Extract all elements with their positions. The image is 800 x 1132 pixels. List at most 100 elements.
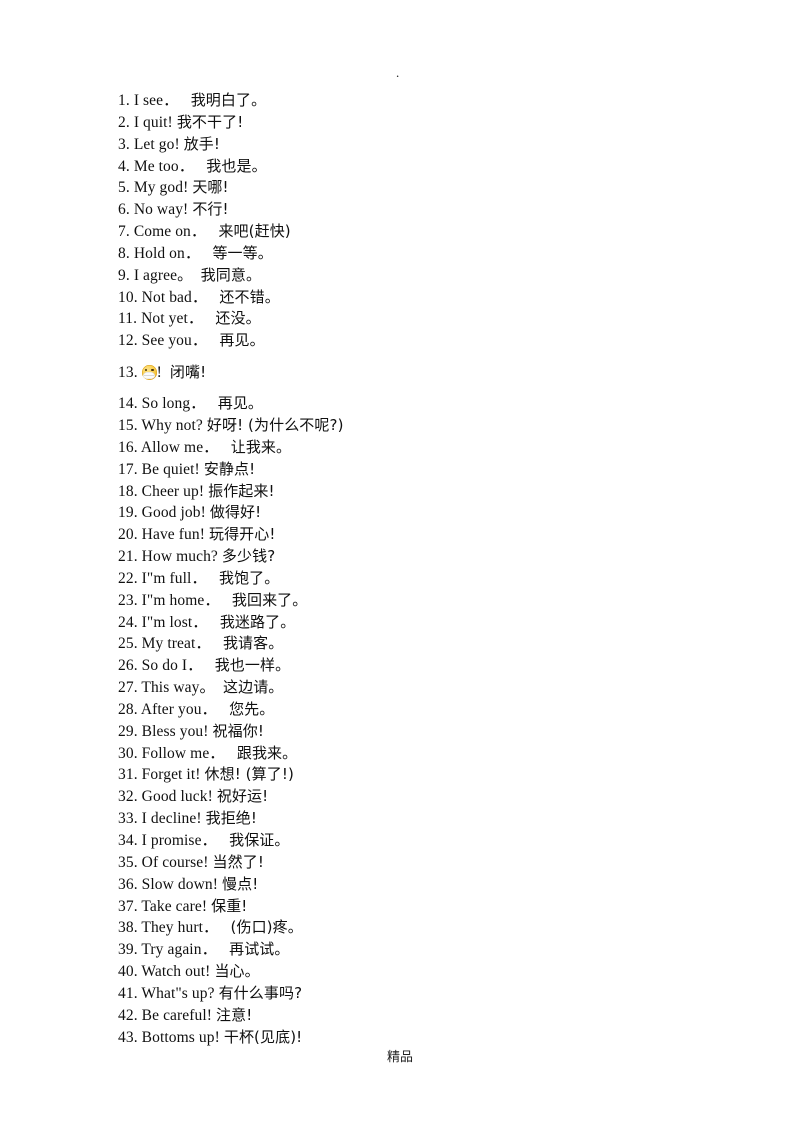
chinese-translation: 干杯(见底)! (223, 1027, 303, 1046)
phrase-line: 37. Take care! 保重! (118, 896, 678, 918)
phrase-line: 25. My treat． 我请客。 (118, 633, 678, 655)
phrase-line: 17. Be quiet! 安静点! (118, 459, 678, 481)
phrase-line: 9. I agree。 我同意。 (118, 265, 678, 287)
phrase-line: 23. I"m home． 我回来了。 (118, 590, 678, 612)
phrase-gap (215, 679, 223, 696)
phrase-line: 42. Be careful! 注意! (118, 1005, 678, 1027)
english-phrase: I"m home． (141, 591, 220, 609)
english-phrase: Good luck! (141, 788, 213, 806)
chinese-translation: 有什么事吗? (218, 983, 303, 1002)
chinese-translation: 振作起来! (208, 481, 275, 500)
english-phrase: Why not? (141, 416, 203, 434)
chinese-translation: 再见。 (219, 331, 265, 350)
phrase-line: 31. Forget it! 休想! (算了!) (118, 764, 678, 786)
line-number: 2. (118, 113, 130, 131)
phrase-line: 10. Not bad． 还不错。 (118, 287, 678, 309)
phrase-line: 21. How much? 多少钱? (118, 546, 678, 568)
english-phrase: Of course! (141, 853, 209, 871)
phrase-line: 40. Watch out! 当心。 (118, 961, 678, 983)
phrase-line: 6. No way! 不行! (118, 199, 678, 221)
english-phrase: Try again． (141, 941, 218, 959)
line-number: 35. (118, 853, 138, 871)
chinese-translation: 我保证。 (229, 831, 290, 849)
phrase-line: 36. Slow down! 慢点! (118, 874, 678, 896)
phrase-gap (219, 919, 231, 936)
line-number: 6. (118, 201, 130, 219)
phrase-line: 18. Cheer up! 振作起来! (118, 481, 678, 503)
chinese-translation: 还不错。 (219, 287, 280, 306)
line-number: 5. (118, 179, 130, 197)
phrase-line: 2. I quit! 我不干了! (118, 112, 678, 134)
english-phrase: I quit! (133, 113, 173, 131)
line-number: 20. (118, 526, 138, 544)
line-number: 30. (118, 744, 138, 762)
phrase-line: 19. Good job! 做得好! (118, 502, 678, 524)
english-phrase: Let go! (133, 135, 180, 153)
line-number: 15. (118, 416, 138, 434)
phrase-line: 1. I see． 我明白了。 (118, 90, 678, 112)
english-phrase: Not bad． (141, 288, 208, 306)
chinese-translation: 保重! (211, 896, 248, 915)
phrase-line: 27. This way。 这边请。 (118, 677, 678, 699)
top-page-mark: . (396, 65, 400, 80)
english-phrase: Me too． (133, 157, 195, 175)
phrase-line: 13. ! 闭嘴! (118, 361, 678, 384)
phrase-line: 39. Try again． 再试试。 (118, 939, 678, 961)
phrase-line: 28. After you． 您先。 (118, 699, 678, 721)
chinese-translation: 我明白了。 (190, 91, 267, 109)
english-phrase: This way。 (141, 679, 216, 697)
chinese-translation: 我迷路了。 (219, 612, 296, 631)
line-number: 34. (118, 832, 138, 849)
phrase-line: 38. They hurt． (伤口)疼。 (118, 917, 678, 939)
chinese-translation: 祝好运! (216, 787, 269, 806)
phrase-gap (162, 364, 170, 381)
line-number: 38. (118, 919, 138, 937)
chinese-translation: 天哪! (192, 178, 229, 197)
english-phrase: Forget it! (141, 766, 201, 784)
line-number: 18. (118, 482, 138, 500)
chinese-translation: 再试试。 (229, 940, 290, 959)
line-number: 11. (118, 310, 138, 328)
phrase-line: 11. Not yet． 还没。 (118, 308, 678, 330)
line-number: 31. (118, 766, 138, 784)
line-number: 24. (118, 613, 138, 631)
phrase-line: 33. I decline! 我拒绝! (118, 808, 678, 830)
line-number: 32. (118, 788, 138, 806)
chinese-translation: 慢点! (222, 874, 259, 893)
english-phrase: Slow down! (141, 875, 219, 893)
phrase-line: 14. So long． 再见。 (118, 393, 678, 415)
phrase-gap (207, 570, 219, 587)
phrase-line: 26. So do I． 我也一样。 (118, 655, 678, 677)
line-number: 41. (118, 984, 138, 1002)
line-number: 9. (118, 266, 130, 284)
line-number: 7. (118, 223, 130, 241)
phrase-line: 15. Why not? 好呀! (为什么不呢?) (118, 415, 678, 437)
chinese-translation: 还没。 (215, 309, 261, 328)
shushing-face-emoji (141, 365, 157, 381)
page-footer: 精品 (386, 1050, 413, 1065)
line-number: 16. (118, 438, 138, 456)
english-phrase: After you． (140, 700, 218, 718)
chinese-translation: 注意! (216, 1005, 253, 1024)
english-phrase: My god! (133, 179, 189, 197)
line-number: 25. (118, 635, 138, 653)
chinese-translation: 休想! (算了!) (204, 765, 294, 784)
chinese-translation: 当然了! (212, 852, 264, 871)
phrase-gap (208, 614, 220, 631)
phrase-gap (207, 289, 219, 306)
line-number: 39. (118, 941, 138, 959)
line-number: 43. (118, 1028, 138, 1046)
english-phrase: Take care! (141, 897, 208, 915)
line-number: 21. (118, 548, 138, 566)
chinese-translation: 安静点! (203, 459, 256, 478)
chinese-translation: 再见。 (217, 394, 264, 413)
phrase-line: 12. See you． 再见。 (118, 330, 678, 352)
line-number: 10. (118, 288, 138, 306)
phrase-line: 22. I"m full． 我饱了。 (118, 568, 678, 590)
english-phrase: Watch out! (141, 963, 211, 981)
phrase-gap (217, 941, 229, 958)
chinese-translation: 我也一样。 (214, 656, 291, 675)
chinese-translation: 闭嘴! (169, 363, 207, 382)
phrase-line: 8. Hold on． 等一等。 (118, 243, 678, 265)
english-phrase: Follow me． (141, 744, 225, 762)
